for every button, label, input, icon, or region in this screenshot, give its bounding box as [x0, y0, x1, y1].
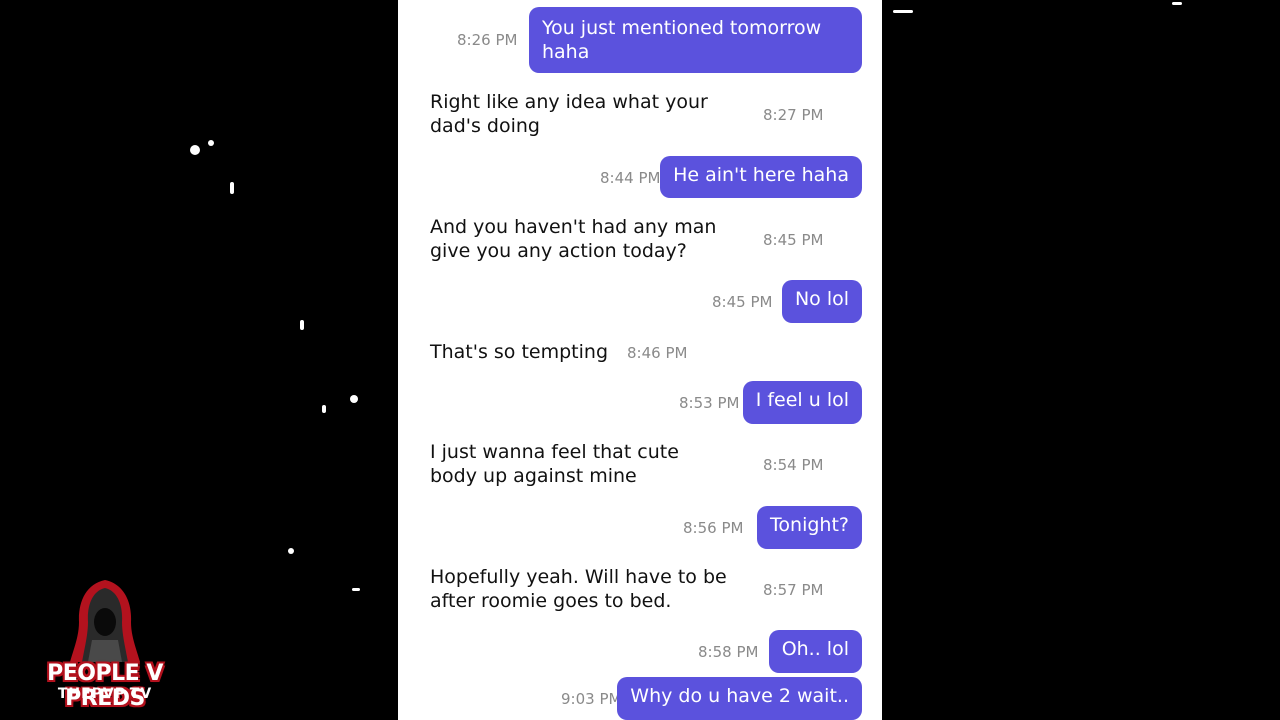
message-timestamp: 8:45 PM [763, 231, 824, 249]
background-speck [352, 588, 360, 591]
background-speck [322, 405, 326, 413]
channel-logo: PEOPLE V PREDS THEPVP.TV [20, 578, 190, 711]
message-timestamp: 8:54 PM [763, 456, 824, 474]
message-incoming: Right like any idea what your dad's doin… [398, 90, 882, 142]
message-outgoing: 8:53 PM I feel u lol [398, 381, 882, 424]
background-speck [190, 145, 200, 155]
background-speck [230, 182, 234, 194]
message-timestamp: 8:53 PM [679, 394, 740, 412]
message-outgoing: 8:56 PM Tonight? [398, 506, 882, 549]
channel-logo-url: THEPVP.TV [57, 686, 153, 702]
message-incoming: That's so tempting 8:46 PM [398, 340, 882, 366]
message-timestamp: 8:46 PM [627, 344, 688, 362]
message-timestamp: 8:58 PM [698, 643, 759, 661]
message-bubble-outgoing[interactable]: You just mentioned tomorrow haha [529, 7, 862, 73]
message-text-incoming[interactable]: And you haven't had any man give you any… [430, 215, 730, 263]
message-outgoing: 8:58 PM Oh.. lol [398, 630, 882, 673]
message-outgoing: 8:45 PM No lol [398, 280, 882, 323]
message-bubble-outgoing[interactable]: Why do u have 2 wait.. [617, 677, 862, 720]
background-speck [300, 320, 304, 330]
message-outgoing: 8:44 PM He ain't here haha [398, 156, 882, 199]
message-timestamp: 8:45 PM [712, 293, 773, 311]
message-timestamp: 8:27 PM [763, 106, 824, 124]
message-bubble-outgoing[interactable]: Oh.. lol [768, 630, 862, 673]
message-bubble-outgoing[interactable]: Tonight? [757, 506, 862, 549]
message-timestamp: 9:03 PM [561, 690, 622, 708]
message-incoming: And you haven't had any man give you any… [398, 215, 882, 267]
background-speck [208, 140, 214, 146]
background-speck [1172, 2, 1182, 5]
message-timestamp: 8:56 PM [683, 519, 744, 537]
video-frame: 8:26 PM You just mentioned tomorrow haha… [0, 0, 1280, 720]
message-bubble-outgoing[interactable]: I feel u lol [742, 381, 862, 424]
chat-thread[interactable]: 8:26 PM You just mentioned tomorrow haha… [398, 0, 882, 720]
message-text-incoming[interactable]: I just wanna feel that cute body up agai… [430, 440, 730, 488]
message-bubble-outgoing[interactable]: No lol [781, 280, 862, 323]
message-incoming: I just wanna feel that cute body up agai… [398, 440, 882, 492]
message-text-incoming[interactable]: Hopefully yeah. Will have to be after ro… [430, 565, 730, 613]
message-outgoing: 8:26 PM You just mentioned tomorrow haha [398, 7, 882, 74]
message-bubble-outgoing[interactable]: He ain't here haha [660, 156, 862, 198]
background-speck [350, 395, 358, 403]
hooded-figure-icon [70, 580, 140, 662]
message-timestamp: 8:26 PM [457, 31, 518, 49]
message-outgoing: 9:03 PM Why do u have 2 wait.. [398, 677, 882, 720]
message-text-incoming[interactable]: Right like any idea what your dad's doin… [430, 90, 720, 138]
background-speck [288, 548, 294, 554]
background-speck [893, 10, 913, 13]
message-timestamp: 8:57 PM [763, 581, 824, 599]
message-incoming: Hopefully yeah. Will have to be after ro… [398, 565, 882, 617]
message-timestamp: 8:44 PM [600, 169, 661, 187]
message-text-incoming[interactable]: That's so tempting [430, 340, 620, 364]
